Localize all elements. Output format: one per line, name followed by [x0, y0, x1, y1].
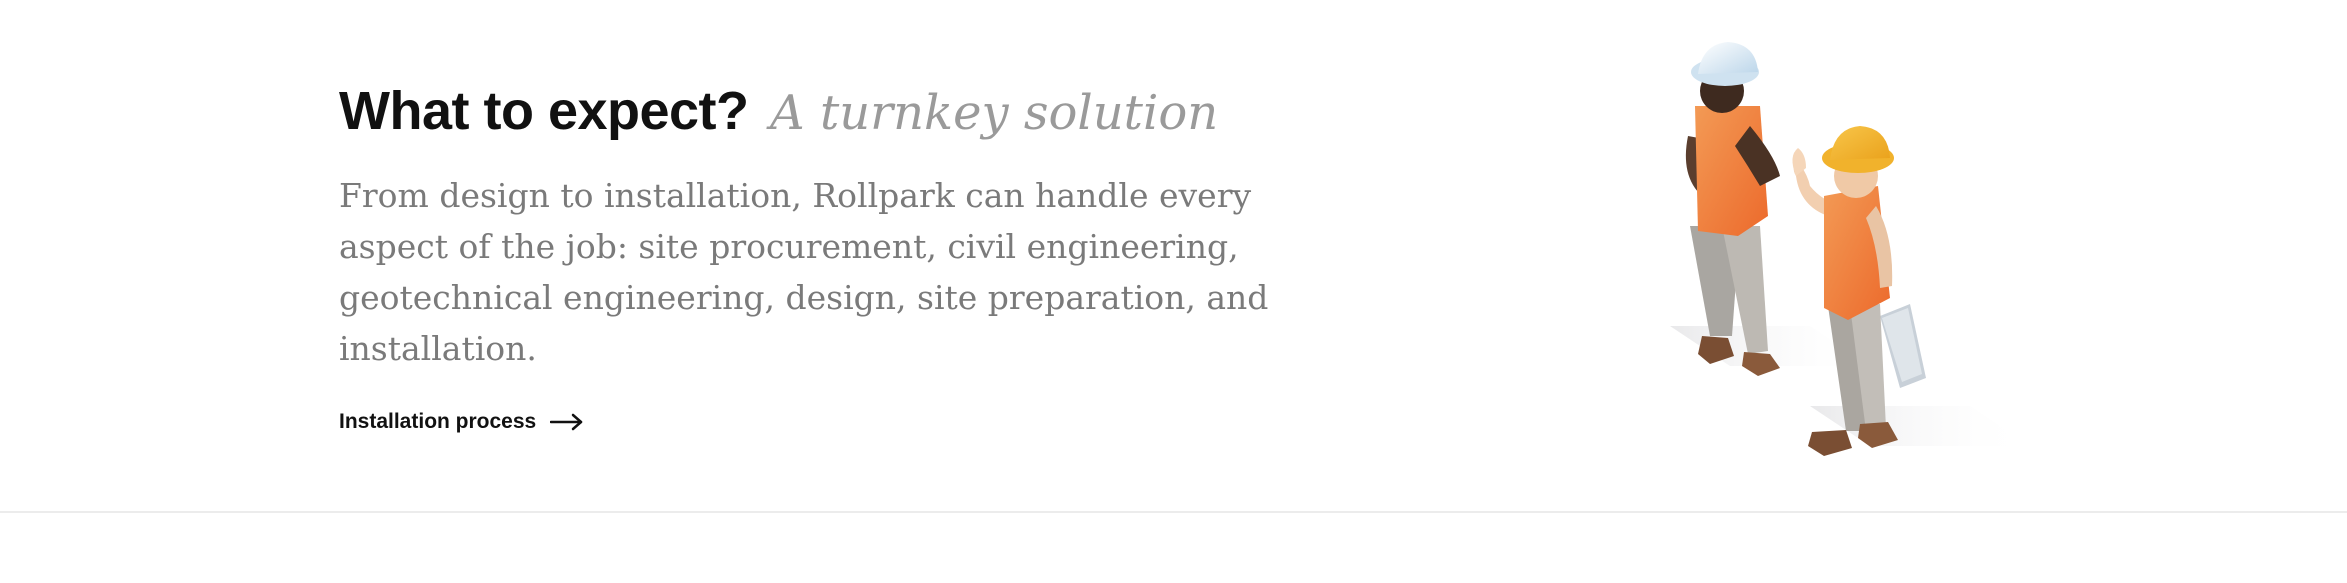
section-description: From design to installation, Rollpark ca…	[339, 176, 1269, 368]
workers-illustration	[1610, 36, 2090, 466]
cta-label: Installation process	[339, 410, 537, 433]
installation-process-link[interactable]: Installation process	[339, 410, 584, 434]
page: What to expect? A turnkey solution From …	[0, 0, 2347, 583]
heading-main-text: What to expect?	[339, 81, 749, 141]
section-heading: What to expect? A turnkey solution	[339, 78, 1339, 146]
arrow-right-icon	[549, 413, 584, 431]
intro-section: What to expect? A turnkey solution From …	[339, 78, 1339, 434]
worker-white-helmet	[1685, 42, 1780, 376]
section-divider	[0, 511, 2347, 513]
heading-accent-text: A turnkey solution	[770, 85, 1219, 141]
